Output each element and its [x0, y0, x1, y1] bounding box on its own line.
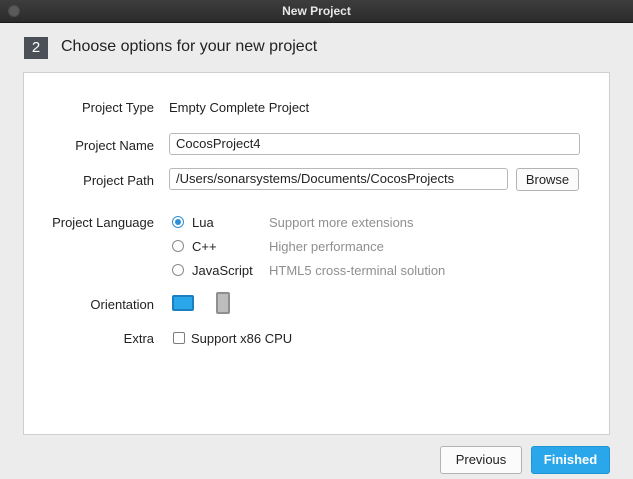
project-language-label: Project Language — [52, 215, 154, 230]
language-cpp-radio[interactable] — [172, 240, 184, 252]
project-name-label: Project Name — [75, 138, 154, 153]
project-path-label: Project Path — [83, 173, 154, 188]
language-javascript-hint: HTML5 cross-terminal solution — [269, 263, 446, 278]
project-type-value: Empty Complete Project — [169, 100, 310, 115]
portrait-icon[interactable] — [216, 292, 230, 314]
step-number-badge: 2 — [24, 37, 48, 59]
options-panel: Project Type Empty Complete Project Proj… — [23, 72, 610, 435]
previous-button[interactable]: Previous — [440, 446, 522, 474]
browse-button[interactable]: Browse — [516, 168, 579, 191]
language-lua-radio[interactable] — [172, 216, 184, 228]
page-title: Choose options for your new project — [61, 38, 318, 55]
support-x86-checkbox[interactable] — [173, 332, 185, 344]
project-path-input[interactable]: /Users/sonarsystems/Documents/CocosProje… — [169, 168, 508, 190]
support-x86-label[interactable]: Support x86 CPU — [191, 331, 292, 346]
project-type-label: Project Type — [81, 100, 154, 115]
language-lua-label[interactable]: Lua — [192, 215, 214, 230]
language-cpp-label[interactable]: C++ — [192, 239, 217, 254]
project-name-input[interactable]: CocosProject4 — [169, 133, 580, 155]
landscape-icon[interactable] — [172, 295, 194, 311]
language-lua-hint: Support more extensions — [269, 215, 414, 230]
language-javascript-label[interactable]: JavaScript — [192, 263, 253, 278]
language-javascript-radio[interactable] — [172, 264, 184, 276]
orientation-label: Orientation — [90, 297, 154, 312]
language-cpp-hint: Higher performance — [269, 239, 384, 254]
window-title: New Project — [282, 4, 351, 18]
title-bar: New Project — [0, 0, 633, 23]
extra-label: Extra — [123, 331, 154, 346]
finished-button[interactable]: Finished — [531, 446, 610, 474]
